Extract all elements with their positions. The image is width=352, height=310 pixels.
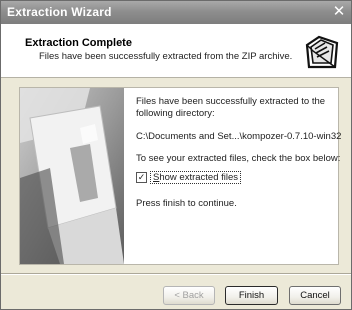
close-icon[interactable]: ✕	[330, 4, 348, 21]
cancel-button[interactable]: Cancel	[289, 286, 341, 305]
header-subtitle: Files have been successfully extracted f…	[39, 51, 293, 62]
title-bar[interactable]: Extraction Wizard ✕	[1, 1, 351, 24]
button-divider	[1, 273, 351, 275]
window-title: Extraction Wizard	[7, 5, 112, 19]
wizard-content-panel: Files have been successfully extracted t…	[19, 87, 341, 265]
show-files-label[interactable]: Show extracted files	[150, 171, 242, 184]
show-files-label-text: how extracted files	[159, 172, 239, 183]
extraction-wizard-window: Extraction Wizard ✕ Extraction Complete …	[0, 0, 352, 310]
finish-prompt: Press finish to continue.	[136, 198, 237, 209]
show-files-checkbox-row[interactable]: ✓ Show extracted files	[136, 170, 242, 185]
back-button[interactable]: < Back	[163, 286, 215, 305]
extract-path: C:\Documents and Set...\kompozer-0.7.10-…	[136, 131, 342, 142]
finish-button[interactable]: Finish	[225, 286, 278, 305]
wizard-header: Extraction Complete Files have been succ…	[1, 24, 351, 78]
wizard-side-image	[20, 88, 124, 264]
success-message: Files have been successfully extracted t…	[136, 96, 326, 119]
wizard-text-column: Files have been successfully extracted t…	[136, 88, 341, 264]
zip-folder-icon	[301, 31, 341, 71]
header-title: Extraction Complete	[25, 37, 132, 49]
show-files-checkbox[interactable]: ✓	[136, 172, 147, 183]
checkbox-prompt: To see your extracted files, check the b…	[136, 153, 341, 164]
